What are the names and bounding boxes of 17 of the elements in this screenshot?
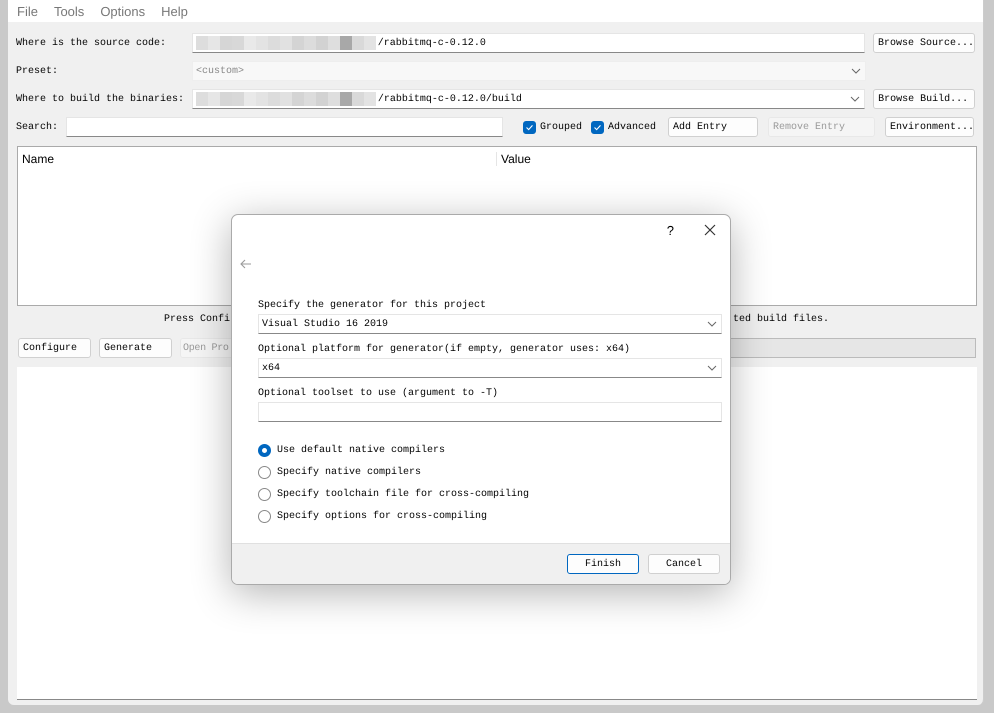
field-label: Where to build the binaries: (16, 94, 186, 104)
path-text: /rabbitmq-c-0.12.0/build (378, 94, 522, 104)
path-text: /rabbitmq-c-0.12.0 (378, 38, 486, 48)
field-label: Preset: (16, 66, 60, 76)
checkbox-label: Grouped (540, 122, 582, 132)
radio-label: Specify toolchain file for cross-compiling (277, 488, 530, 500)
radio-label: Use default native compilers (277, 444, 446, 456)
prompt-label: Specify the generator for this project (258, 299, 488, 313)
search-label: Search: (16, 122, 60, 132)
prompt-label: Optional platform for generator(if empty, generator uses: x64) (258, 343, 632, 357)
field-label: Where is the source code: (16, 38, 168, 48)
status-text: Press Confi (164, 314, 230, 324)
status-text: ted build files. (732, 314, 829, 324)
prompt-label: Optional toolset to use (argument to -T) (258, 387, 500, 401)
radio-label: Specify native compilers (277, 466, 422, 478)
radio-label: Specify options for cross-compiling (277, 510, 488, 522)
checkbox-label: Advanced (608, 122, 656, 132)
